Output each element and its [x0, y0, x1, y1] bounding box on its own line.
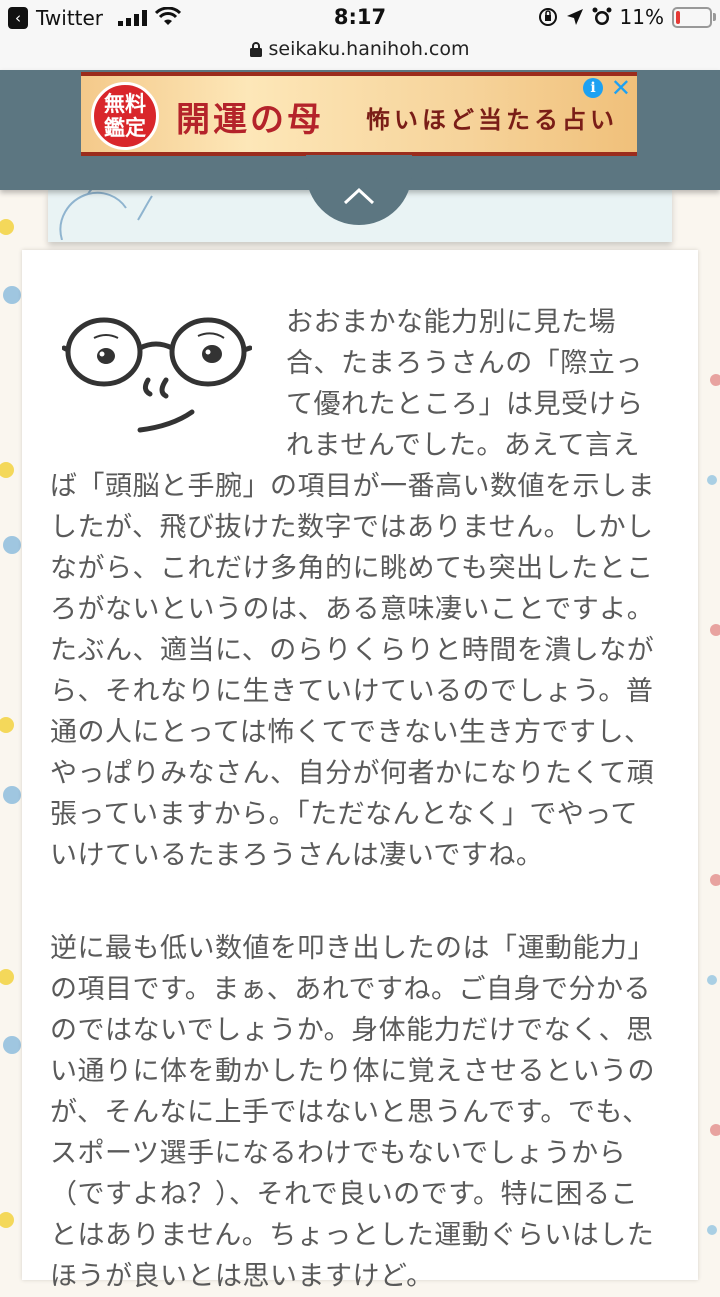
- lock-icon: [250, 42, 263, 57]
- status-bar: ‹ Twitter 8:17 11%: [0, 0, 720, 38]
- chevron-up-icon: [343, 187, 375, 205]
- paragraph-text-2: 逆に最も低い数値を叩き出したのは「運動能力」の項目です。まぁ、あれですね。ご自身…: [50, 933, 655, 1292]
- ad-title: 開運の母: [176, 100, 324, 140]
- character-illustration-partial: [59, 190, 153, 240]
- orientation-lock-icon: [538, 8, 557, 26]
- battery-level-fill: [676, 10, 680, 24]
- ad-subtitle: 怖いほど当たる占い: [366, 105, 618, 134]
- url-domain: seikaku.hanihoh.com: [268, 38, 470, 60]
- location-icon: [566, 9, 583, 25]
- address-bar[interactable]: seikaku.hanihoh.com: [0, 38, 720, 70]
- article-paragraph: おおまかな能力別に見た場合、たまろうさんの「際立って優れたところ」は見受けられま…: [50, 302, 662, 876]
- battery-icon: [672, 6, 716, 28]
- article-paragraph: 逆に最も低い数値を叩き出したのは「運動能力」の項目です。まぁ、あれですね。ご自身…: [50, 928, 662, 1297]
- ad-close-icon[interactable]: ✕: [611, 74, 631, 102]
- ad-badge-line1: 無料: [104, 92, 146, 116]
- ad-info-icon[interactable]: i: [583, 78, 603, 98]
- ad-free-badge: 無料 鑑定: [91, 82, 159, 150]
- battery-percent: 11%: [619, 5, 664, 29]
- alarm-icon: [592, 7, 612, 25]
- ad-banner[interactable]: 無料 鑑定 開運の母 怖いほど当たる占い i ✕: [81, 72, 637, 156]
- ad-badge-line2: 鑑定: [104, 116, 146, 140]
- article-body: おおまかな能力別に見た場合、たまろうさんの「際立って優れたところ」は見受けられま…: [22, 250, 698, 1292]
